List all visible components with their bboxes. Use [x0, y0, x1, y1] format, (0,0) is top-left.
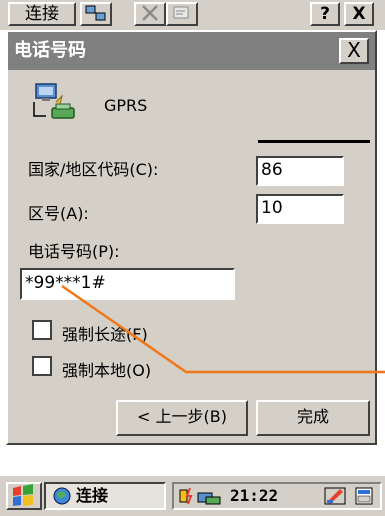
back-button[interactable]: < 上一步(B) [116, 400, 248, 436]
app-toolbar: 连接 ? X [0, 0, 385, 30]
screen: 连接 ? X 电话号码 X GPRS 国家/地区代码(C): 86 区号(A):… [0, 0, 385, 516]
phone-number-dialog: 电话号码 X GPRS 国家/地区代码(C): 86 区号(A): 10 电话号… [6, 30, 377, 445]
windows-flag-icon [13, 484, 33, 506]
new-connection-button[interactable] [80, 2, 112, 26]
system-tray: 21:22 [172, 482, 382, 510]
dialog-titlebar: 电话号码 X [8, 32, 375, 70]
phone-number-label: 电话号码(P): [28, 242, 120, 261]
country-code-input[interactable]: 86 [256, 156, 344, 186]
power-network-icon[interactable] [178, 485, 228, 507]
start-button[interactable] [6, 482, 42, 510]
delete-button[interactable] [134, 2, 166, 26]
force-long-distance-checkbox[interactable] [32, 320, 52, 340]
dialog-title: 电话号码 [14, 40, 86, 61]
task-label: 连接 [76, 486, 109, 505]
dialog-close-button[interactable]: X [339, 38, 369, 64]
connection-globe-icon [53, 487, 71, 505]
network-icon [85, 5, 106, 21]
properties-button[interactable] [166, 2, 198, 26]
properties-icon [173, 6, 189, 19]
force-long-distance-label: 强制长途(F) [62, 325, 148, 344]
keyboard-icon[interactable] [354, 486, 374, 506]
force-local-label: 强制本地(O) [62, 361, 152, 380]
clock: 21:22 [230, 486, 279, 505]
input-panel-icon[interactable] [324, 486, 348, 506]
taskbar: 连接 21:22 [0, 474, 385, 516]
connection-name: GPRS [104, 96, 148, 115]
force-local-checkbox[interactable] [32, 356, 52, 376]
finish-button[interactable]: 完成 [256, 400, 370, 436]
connect-task-button[interactable]: 连接 [44, 482, 166, 510]
connect-toolbar-button[interactable]: 连接 [8, 2, 76, 26]
area-code-label: 区号(A): [28, 204, 89, 223]
country-code-label: 国家/地区代码(C): [28, 160, 159, 179]
dial-up-connection-icon [33, 83, 75, 119]
help-button[interactable]: ? [310, 2, 340, 26]
delete-icon [142, 5, 158, 21]
area-code-input[interactable]: 10 [256, 194, 344, 224]
separator-line [258, 140, 370, 143]
phone-number-input[interactable]: *99***1# [20, 268, 235, 300]
app-close-button[interactable]: X [344, 2, 374, 26]
